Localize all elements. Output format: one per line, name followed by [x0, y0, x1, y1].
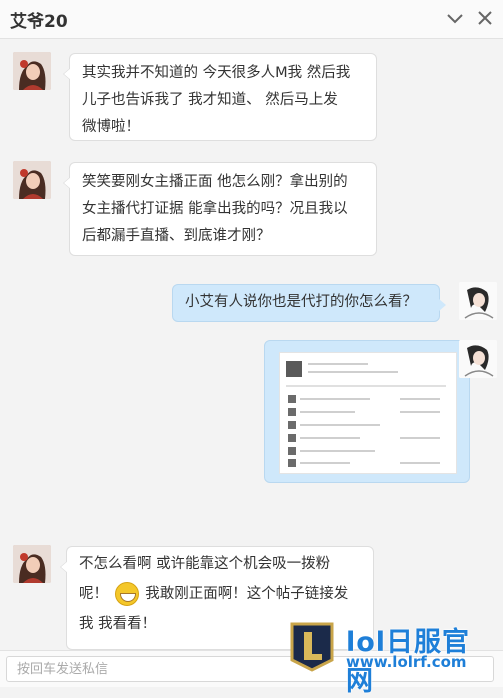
message-text-row: 呢！ 我敢刚正面啊！这个帖子链接发 — [79, 579, 361, 609]
message-text: 呢！ — [79, 586, 108, 602]
message-text: 微博啦！ — [82, 119, 140, 135]
avatar[interactable] — [13, 545, 51, 583]
message-text: 儿子也告诉我了 我才知道、 然后马上发 — [82, 92, 338, 108]
message-text: 不怎么看啊 或许能靠这个机会吸一拨粉 — [79, 556, 331, 572]
close-icon[interactable] — [474, 7, 496, 29]
message-bubble[interactable]: 其实我并不知道的 今天很多人M我 然后我 儿子也告诉我了 我才知道、 然后马上发… — [63, 53, 377, 141]
grin-emoji-icon — [114, 582, 139, 606]
avatar[interactable] — [13, 161, 51, 199]
avatar[interactable] — [13, 52, 51, 90]
site-watermark: lol日服官网 www.lolrf.com — [288, 622, 498, 697]
message-text: 后都漏手直播、到底谁才刚？ — [82, 228, 271, 244]
chat-header: 艾爷20 — [0, 0, 503, 39]
message-text: 我敢刚正面啊！这个帖子链接发 — [145, 586, 349, 602]
image-message-bubble[interactable] — [264, 340, 476, 483]
watermark-url: www.lolrf.com — [346, 653, 467, 671]
avatar[interactable] — [459, 340, 497, 378]
chevron-down-icon[interactable] — [444, 7, 466, 29]
message-text: 小艾有人说你也是代打的你怎么看？ — [185, 294, 417, 310]
message-list[interactable]: 其实我并不知道的 今天很多人M我 然后我 儿子也告诉我了 我才知道、 然后马上发… — [0, 38, 503, 650]
message-text: 笑笑要刚女主播正面 他怎么刚？拿出别的 — [82, 174, 348, 190]
lol-logo-icon — [288, 622, 336, 672]
message-bubble[interactable]: 笑笑要刚女主播正面 他怎么刚？拿出别的 女主播代打证据 能拿出我的吗？况且我以 … — [63, 162, 377, 256]
avatar[interactable] — [459, 282, 497, 320]
message-bubble[interactable]: 小艾有人说你也是代打的你怎么看？ — [172, 284, 446, 322]
message-text: 女主播代打证据 能拿出我的吗？况且我以 — [82, 201, 348, 217]
message-text: 其实我并不知道的 今天很多人M我 然后我 — [82, 65, 351, 81]
chat-title: 艾爷20 — [10, 12, 68, 32]
forum-screenshot-image[interactable] — [279, 352, 457, 474]
